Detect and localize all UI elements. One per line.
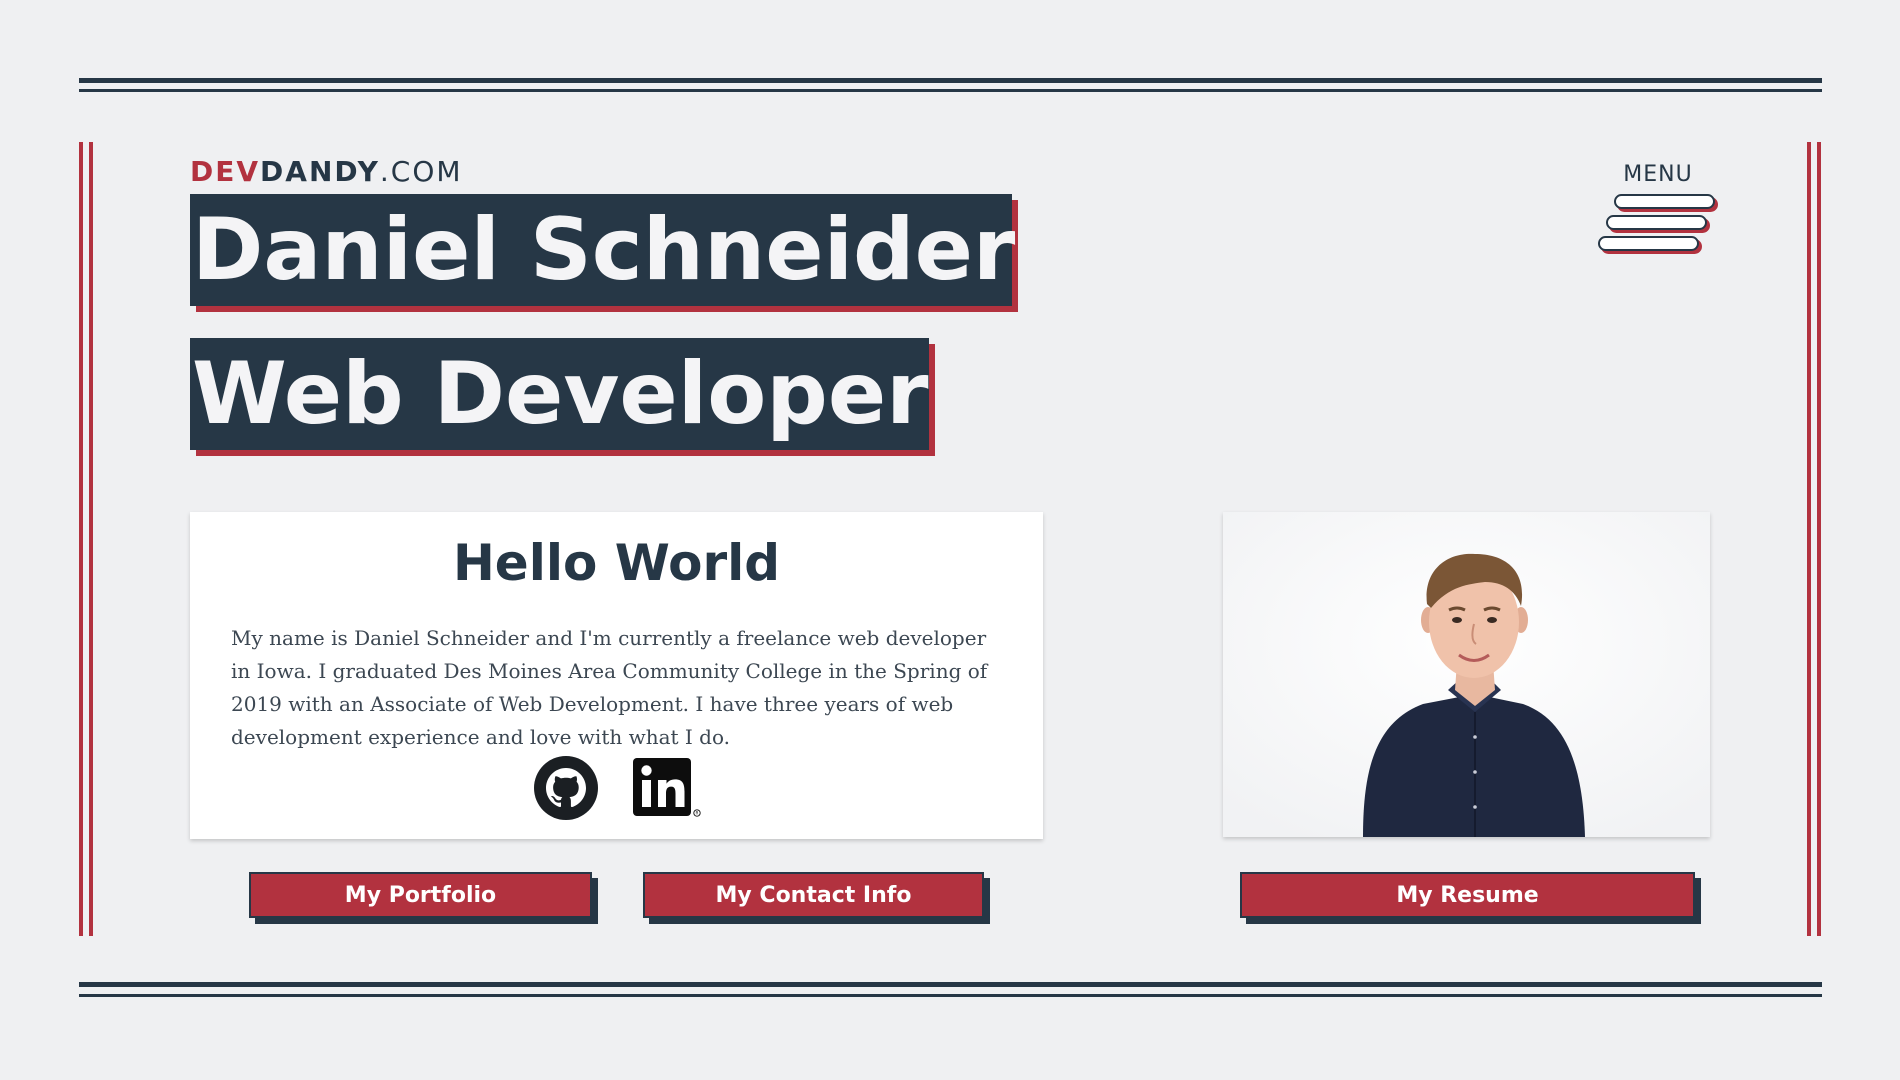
- left-rule-inner: [89, 142, 93, 936]
- logo-dev: DEV: [190, 155, 261, 188]
- menu-bar-middle: [1606, 215, 1707, 230]
- site-logo[interactable]: DEVDANDY.COM: [190, 158, 463, 186]
- logo-dandy: DANDY: [260, 155, 380, 188]
- left-rule-outer: [79, 142, 83, 936]
- menu-bar-bottom: [1598, 236, 1699, 251]
- logo-domain: .COM: [379, 155, 463, 188]
- right-rule-inner: [1807, 142, 1811, 936]
- intro-card: Hello World My name is Daniel Schneider …: [190, 512, 1043, 839]
- my-portfolio-button[interactable]: My Portfolio: [249, 872, 592, 918]
- profile-photo: [1223, 512, 1710, 837]
- hero-name: Daniel Schneider: [190, 194, 1015, 306]
- linkedin-icon[interactable]: R: [633, 756, 703, 820]
- github-icon[interactable]: [534, 756, 598, 820]
- menu-label: MENU: [1623, 162, 1693, 187]
- right-rule-outer: [1817, 142, 1821, 936]
- top-rule-outer: [79, 78, 1822, 83]
- intro-title: Hello World: [452, 534, 781, 592]
- top-rule-inner: [79, 89, 1822, 92]
- bottom-rule-outer: [79, 982, 1822, 987]
- svg-text:R: R: [696, 811, 699, 816]
- hero-role: Web Developer: [190, 338, 929, 450]
- menu-bar-top: [1614, 194, 1715, 209]
- my-contact-info-button[interactable]: My Contact Info: [643, 872, 984, 918]
- bottom-rule-inner: [79, 994, 1822, 997]
- person-portrait-icon: [1223, 512, 1710, 837]
- intro-body: My name is Daniel Schneider and I'm curr…: [231, 626, 988, 749]
- my-resume-button[interactable]: My Resume: [1240, 872, 1695, 918]
